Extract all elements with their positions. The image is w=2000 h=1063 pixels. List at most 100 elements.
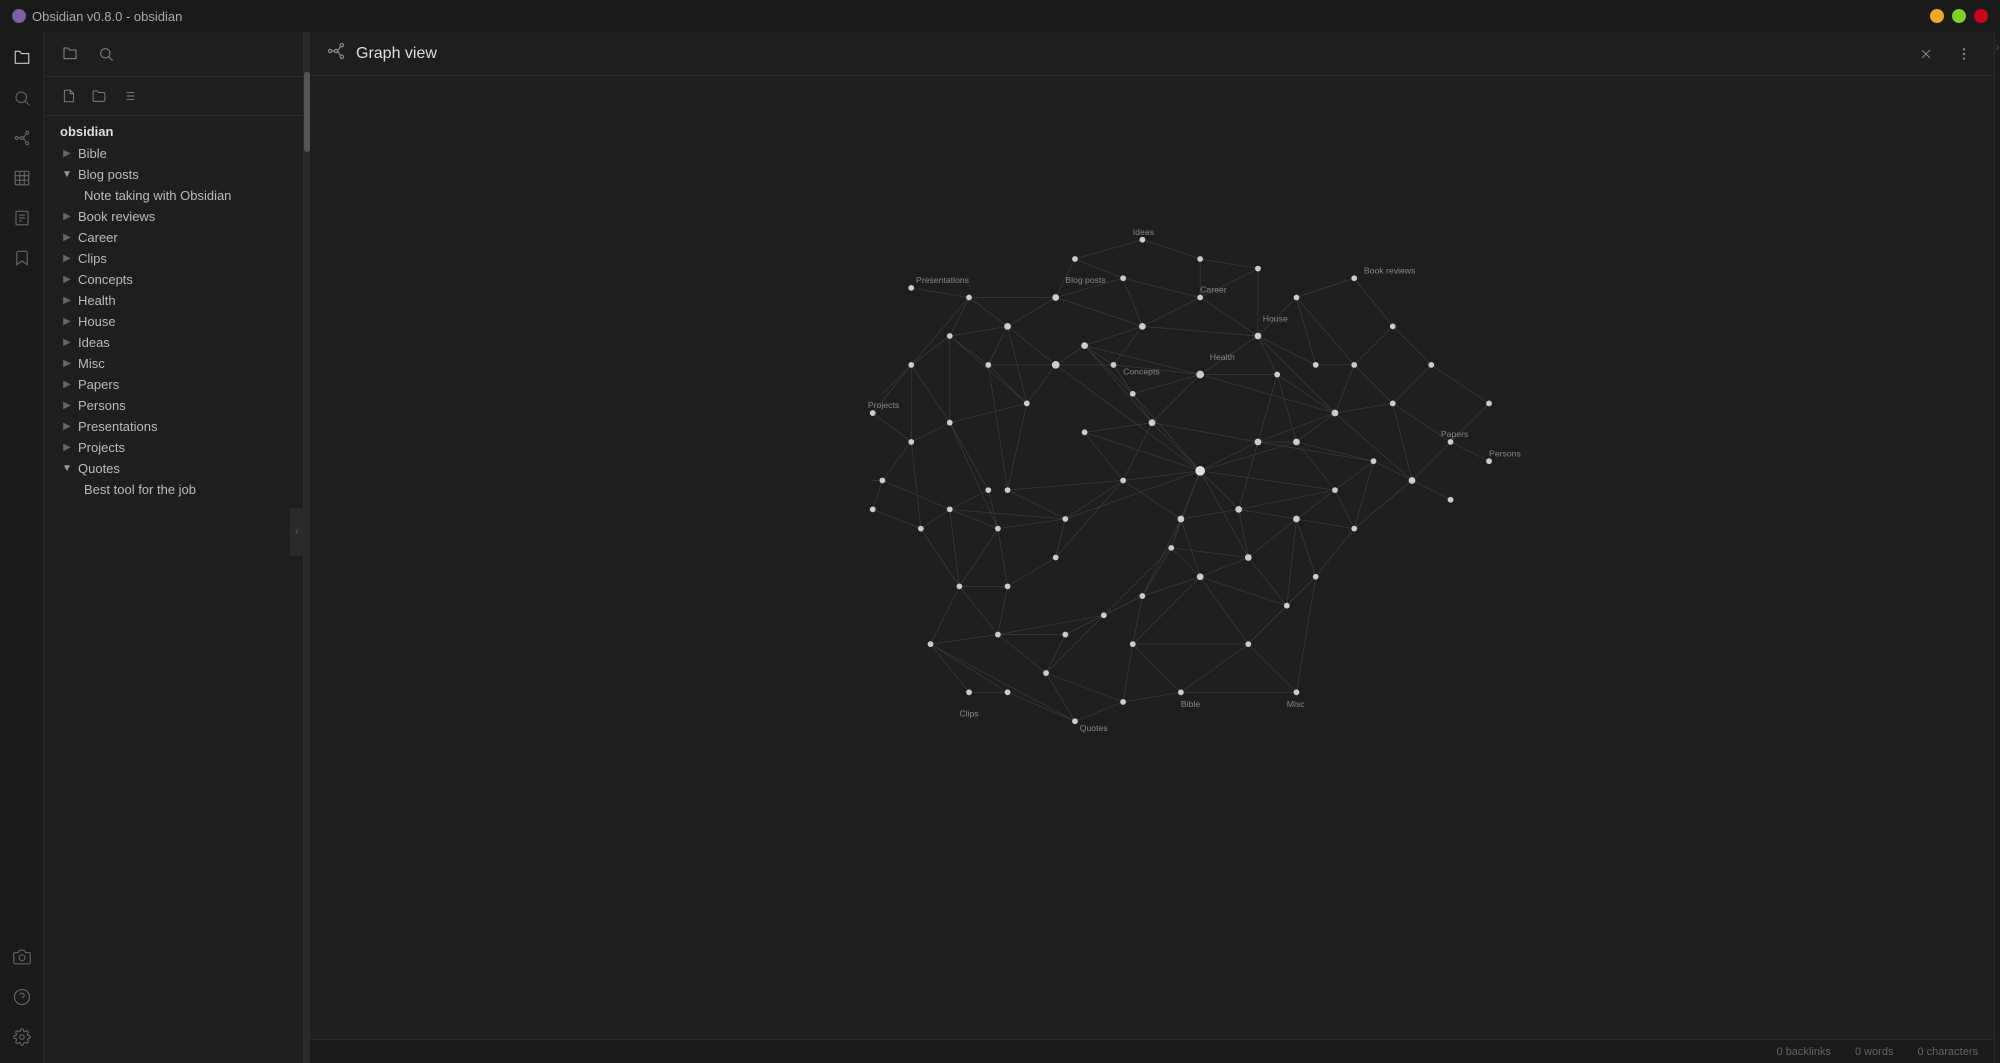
graph-view-icon bbox=[326, 41, 346, 66]
label-blog-posts: Blog posts bbox=[78, 167, 139, 182]
close-window-button[interactable]: × bbox=[1974, 9, 1988, 23]
titlebar-title: Obsidian v0.8.0 - obsidian bbox=[12, 9, 182, 24]
arrow-ideas: ▶ bbox=[60, 336, 74, 350]
titlebar: Obsidian v0.8.0 - obsidian − □ × bbox=[0, 0, 2000, 32]
characters-status: 0 characters bbox=[1917, 1046, 1978, 1058]
help-activity-icon[interactable] bbox=[4, 979, 40, 1015]
arrow-health: ▶ bbox=[60, 294, 74, 308]
tree-item-health[interactable]: ▶ Health bbox=[44, 290, 303, 311]
camera-activity-icon[interactable] bbox=[4, 939, 40, 975]
graph-canvas[interactable]: Blog posts Career Concepts Health House … bbox=[310, 76, 1994, 1039]
label-quotes: Quotes bbox=[78, 461, 120, 476]
tree-item-clips[interactable]: ▶ Clips bbox=[44, 248, 303, 269]
file-explorer: obsidian ▶ Bible ▼ Blog posts Note takin… bbox=[44, 32, 304, 1063]
arrow-house: ▶ bbox=[60, 315, 74, 329]
arrow-book-reviews: ▶ bbox=[60, 210, 74, 224]
right-sidebar-toggle[interactable]: › bbox=[1996, 40, 2000, 54]
arrow-quotes: ▼ bbox=[60, 462, 74, 476]
svg-text:Presentations: Presentations bbox=[916, 275, 970, 285]
label-papers: Papers bbox=[78, 377, 119, 392]
explorer-content[interactable]: obsidian ▶ Bible ▼ Blog posts Note takin… bbox=[44, 116, 303, 1063]
tree-item-papers[interactable]: ▶ Papers bbox=[44, 374, 303, 395]
search-activity-icon[interactable] bbox=[4, 80, 40, 116]
tree-item-presentations[interactable]: ▶ Presentations bbox=[44, 416, 303, 437]
arrow-presentations: ▶ bbox=[60, 420, 74, 434]
tree-item-career[interactable]: ▶ Career bbox=[44, 227, 303, 248]
notes-activity-icon[interactable] bbox=[4, 200, 40, 236]
new-folder-button[interactable] bbox=[86, 83, 112, 109]
nav-collapse-button[interactable]: ‹ bbox=[290, 508, 304, 556]
close-graph-button[interactable] bbox=[1912, 40, 1940, 68]
files-header-icon[interactable] bbox=[56, 40, 84, 68]
tree-item-projects[interactable]: ▶ Projects bbox=[44, 437, 303, 458]
svg-text:Book reviews: Book reviews bbox=[1364, 265, 1416, 275]
activity-bar-bottom bbox=[4, 939, 40, 1055]
tree-item-quotes[interactable]: ▼ Quotes bbox=[44, 458, 303, 479]
right-sidebar[interactable]: › bbox=[1994, 32, 2000, 1063]
svg-text:Concepts: Concepts bbox=[1123, 367, 1160, 377]
explorer-toolbar bbox=[44, 77, 303, 116]
label-ideas: Ideas bbox=[78, 335, 110, 350]
app-body: obsidian ▶ Bible ▼ Blog posts Note takin… bbox=[0, 32, 2000, 1063]
arrow-misc: ▶ bbox=[60, 357, 74, 371]
label-persons: Persons bbox=[78, 398, 126, 413]
label-book-reviews: Book reviews bbox=[78, 209, 155, 224]
graph-activity-icon[interactable] bbox=[4, 120, 40, 156]
window-controls: − □ × bbox=[1930, 9, 1988, 23]
svg-text:Misc: Misc bbox=[1287, 699, 1305, 709]
svg-text:House: House bbox=[1263, 314, 1288, 324]
table-activity-icon[interactable] bbox=[4, 160, 40, 196]
tree-item-misc[interactable]: ▶ Misc bbox=[44, 353, 303, 374]
explorer-header bbox=[44, 32, 303, 77]
arrow-blog-posts: ▼ bbox=[60, 168, 74, 182]
settings-activity-icon[interactable] bbox=[4, 1019, 40, 1055]
graph-header: Graph view bbox=[310, 32, 1994, 76]
vault-name: obsidian bbox=[44, 120, 303, 143]
label-house: House bbox=[78, 314, 116, 329]
label-note-taking: Note taking with Obsidian bbox=[84, 188, 231, 203]
minimize-button[interactable]: − bbox=[1930, 9, 1944, 23]
search-header-icon[interactable] bbox=[92, 40, 120, 68]
arrow-clips: ▶ bbox=[60, 252, 74, 266]
svg-text:Career: Career bbox=[1200, 285, 1227, 295]
main-area: Graph view bbox=[310, 32, 1994, 1063]
graph-view-title: Graph view bbox=[356, 45, 437, 63]
label-best-tool: Best tool for the job bbox=[84, 482, 196, 497]
arrow-papers: ▶ bbox=[60, 378, 74, 392]
label-health: Health bbox=[78, 293, 116, 308]
label-bible: Bible bbox=[78, 146, 107, 161]
label-misc: Misc bbox=[78, 356, 105, 371]
tree-item-best-tool[interactable]: Best tool for the job bbox=[44, 479, 303, 500]
label-clips: Clips bbox=[78, 251, 107, 266]
tree-item-persons[interactable]: ▶ Persons bbox=[44, 395, 303, 416]
arrow-persons: ▶ bbox=[60, 399, 74, 413]
svg-text:Persons: Persons bbox=[1489, 448, 1521, 458]
new-file-button[interactable] bbox=[56, 83, 82, 109]
arrow-projects: ▶ bbox=[60, 441, 74, 455]
svg-text:Clips: Clips bbox=[959, 708, 979, 718]
tree-item-house[interactable]: ▶ House bbox=[44, 311, 303, 332]
tree-item-note-taking[interactable]: Note taking with Obsidian bbox=[44, 185, 303, 206]
label-presentations: Presentations bbox=[78, 419, 158, 434]
sort-button[interactable] bbox=[116, 83, 142, 109]
bookmark-activity-icon[interactable] bbox=[4, 240, 40, 276]
more-options-button[interactable] bbox=[1950, 40, 1978, 68]
files-activity-icon[interactable] bbox=[4, 40, 40, 76]
arrow-concepts: ▶ bbox=[60, 273, 74, 287]
arrow-career: ▶ bbox=[60, 231, 74, 245]
graph-svg: Blog posts Career Concepts Health House … bbox=[310, 76, 1994, 1039]
tree-item-concepts[interactable]: ▶ Concepts bbox=[44, 269, 303, 290]
tree-item-book-reviews[interactable]: ▶ Book reviews bbox=[44, 206, 303, 227]
words-status: 0 words bbox=[1855, 1046, 1894, 1058]
svg-text:Bible: Bible bbox=[1181, 699, 1200, 709]
app-icon bbox=[12, 9, 26, 23]
maximize-button[interactable]: □ bbox=[1952, 9, 1966, 23]
svg-text:Health: Health bbox=[1210, 352, 1235, 362]
svg-text:Blog posts: Blog posts bbox=[1065, 275, 1106, 285]
svg-text:Ideas: Ideas bbox=[1133, 227, 1155, 237]
label-concepts: Concepts bbox=[78, 272, 133, 287]
tree-item-ideas[interactable]: ▶ Ideas bbox=[44, 332, 303, 353]
tree-item-blog-posts[interactable]: ▼ Blog posts bbox=[44, 164, 303, 185]
tree-item-bible[interactable]: ▶ Bible bbox=[44, 143, 303, 164]
titlebar-text: Obsidian v0.8.0 - obsidian bbox=[32, 9, 182, 24]
